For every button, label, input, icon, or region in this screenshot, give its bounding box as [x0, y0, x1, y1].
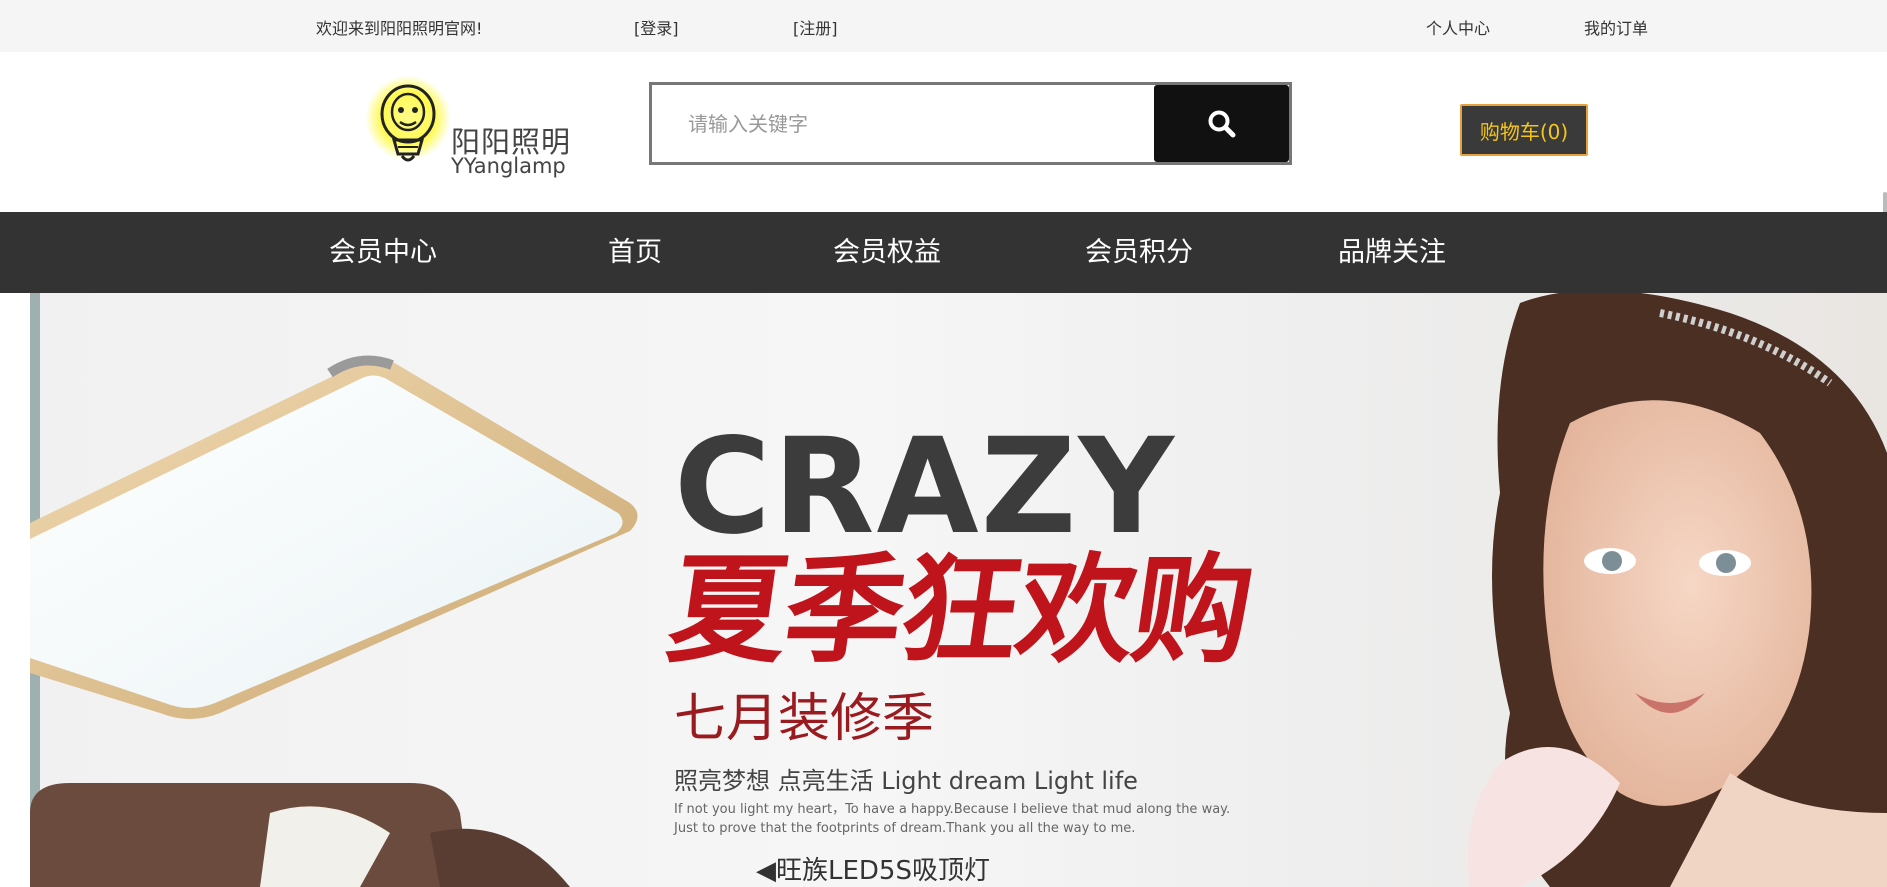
- personal-center-link[interactable]: 个人中心: [1426, 15, 1490, 39]
- logo-text-en: YYanglamp: [451, 154, 566, 178]
- banner-small-text-2: Just to prove that the footprints of dre…: [674, 821, 1136, 836]
- bulb-face-icon: [380, 84, 436, 162]
- top-utility-bar: 欢迎来到阳阳照明官网! [登录] [注册] 个人中心 我的订单: [0, 0, 1887, 52]
- model-portrait-image: [1468, 293, 1887, 887]
- nav-item-brand-follow[interactable]: 品牌关注: [1338, 212, 1446, 293]
- banner-title: 夏季狂欢购: [660, 541, 1260, 679]
- banner-small-text-1: If not you light my heart，To have a happ…: [674, 802, 1231, 817]
- search-button[interactable]: [1154, 85, 1289, 162]
- login-link[interactable]: [登录]: [634, 15, 679, 39]
- nav-item-member-center[interactable]: 会员中心: [329, 212, 437, 293]
- search-icon: [1208, 110, 1235, 137]
- banner-subtitle: 七月装修季: [674, 689, 935, 749]
- nav-item-member-benefits[interactable]: 会员权益: [833, 212, 941, 293]
- my-orders-link[interactable]: 我的订单: [1584, 15, 1648, 39]
- site-logo[interactable]: 阳阳照明 YYanglamp: [362, 72, 572, 182]
- search-input[interactable]: [652, 85, 1152, 162]
- banner-product-link[interactable]: ◀旺族LED5S吸顶灯: [756, 858, 990, 884]
- main-nav: 会员中心 首页 会员权益 会员积分 品牌关注: [0, 212, 1887, 293]
- search-box: [649, 82, 1292, 165]
- site-header: 阳阳照明 YYanglamp 购物车(0): [0, 52, 1887, 222]
- banner-slogan: 照亮梦想 点亮生活 Light dream Light life: [674, 767, 1138, 795]
- banner-headline: CRAZY: [674, 410, 1176, 564]
- promo-banner[interactable]: CRAZY 夏季狂欢购 七月装修季 照亮梦想 点亮生活 Light dream …: [30, 293, 1887, 887]
- sofa-image: [30, 783, 570, 887]
- cart-button[interactable]: 购物车(0): [1460, 104, 1588, 156]
- nav-item-home[interactable]: 首页: [608, 212, 662, 293]
- ceiling-lamp-image: [30, 355, 638, 719]
- logo-text-cn: 阳阳照明: [451, 125, 572, 159]
- register-link[interactable]: [注册]: [793, 15, 838, 39]
- nav-item-member-points[interactable]: 会员积分: [1085, 212, 1193, 293]
- welcome-text: 欢迎来到阳阳照明官网!: [316, 19, 483, 38]
